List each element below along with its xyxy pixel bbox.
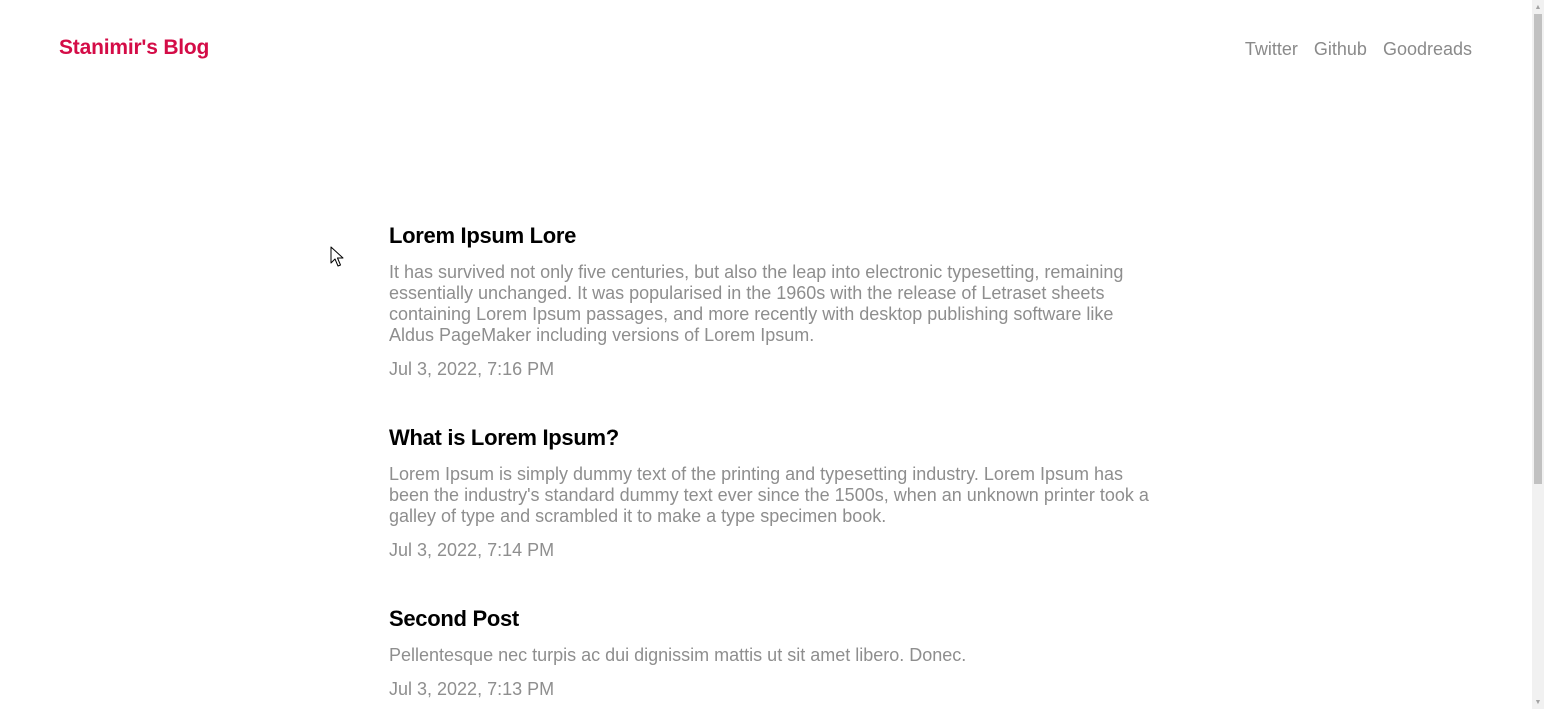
post-title-link[interactable]: Lorem Ipsum Lore	[389, 222, 1149, 250]
scroll-up-arrow-icon[interactable]: ▲	[1532, 0, 1544, 14]
post-title-link[interactable]: Second Post	[389, 605, 1149, 633]
post-list: Lorem Ipsum Lore It has survived not onl…	[389, 222, 1149, 709]
scrollbar-thumb[interactable]	[1534, 14, 1542, 484]
nav-link-twitter[interactable]: Twitter	[1245, 39, 1298, 60]
post-item: What is Lorem Ipsum? Lorem Ipsum is simp…	[389, 424, 1149, 561]
vertical-scrollbar[interactable]: ▲ ▼	[1532, 0, 1544, 709]
page: Stanimir's Blog Twitter Github Goodreads…	[0, 0, 1544, 709]
post-date: Jul 3, 2022, 7:16 PM	[389, 359, 555, 379]
mouse-pointer-icon	[330, 246, 344, 267]
post-item: Second Post Pellentesque nec turpis ac d…	[389, 605, 1149, 700]
nav-link-github[interactable]: Github	[1314, 39, 1367, 60]
post-date: Jul 3, 2022, 7:13 PM	[389, 679, 555, 699]
post-date: Jul 3, 2022, 7:14 PM	[389, 540, 555, 560]
scroll-down-arrow-icon[interactable]: ▼	[1532, 695, 1544, 709]
site-brand-link[interactable]: Stanimir's Blog	[59, 36, 209, 60]
nav-link-goodreads[interactable]: Goodreads	[1383, 39, 1472, 60]
post-excerpt: It has survived not only five centuries,…	[389, 262, 1124, 345]
post-excerpt: Pellentesque nec turpis ac dui dignissim…	[389, 645, 967, 665]
site-header: Stanimir's Blog Twitter Github Goodreads	[0, 0, 1532, 100]
top-nav: Twitter Github Goodreads	[1245, 39, 1472, 60]
post-excerpt: Lorem Ipsum is simply dummy text of the …	[389, 464, 1149, 526]
post-item: Lorem Ipsum Lore It has survived not onl…	[389, 222, 1149, 380]
post-title-link[interactable]: What is Lorem Ipsum?	[389, 424, 1149, 452]
